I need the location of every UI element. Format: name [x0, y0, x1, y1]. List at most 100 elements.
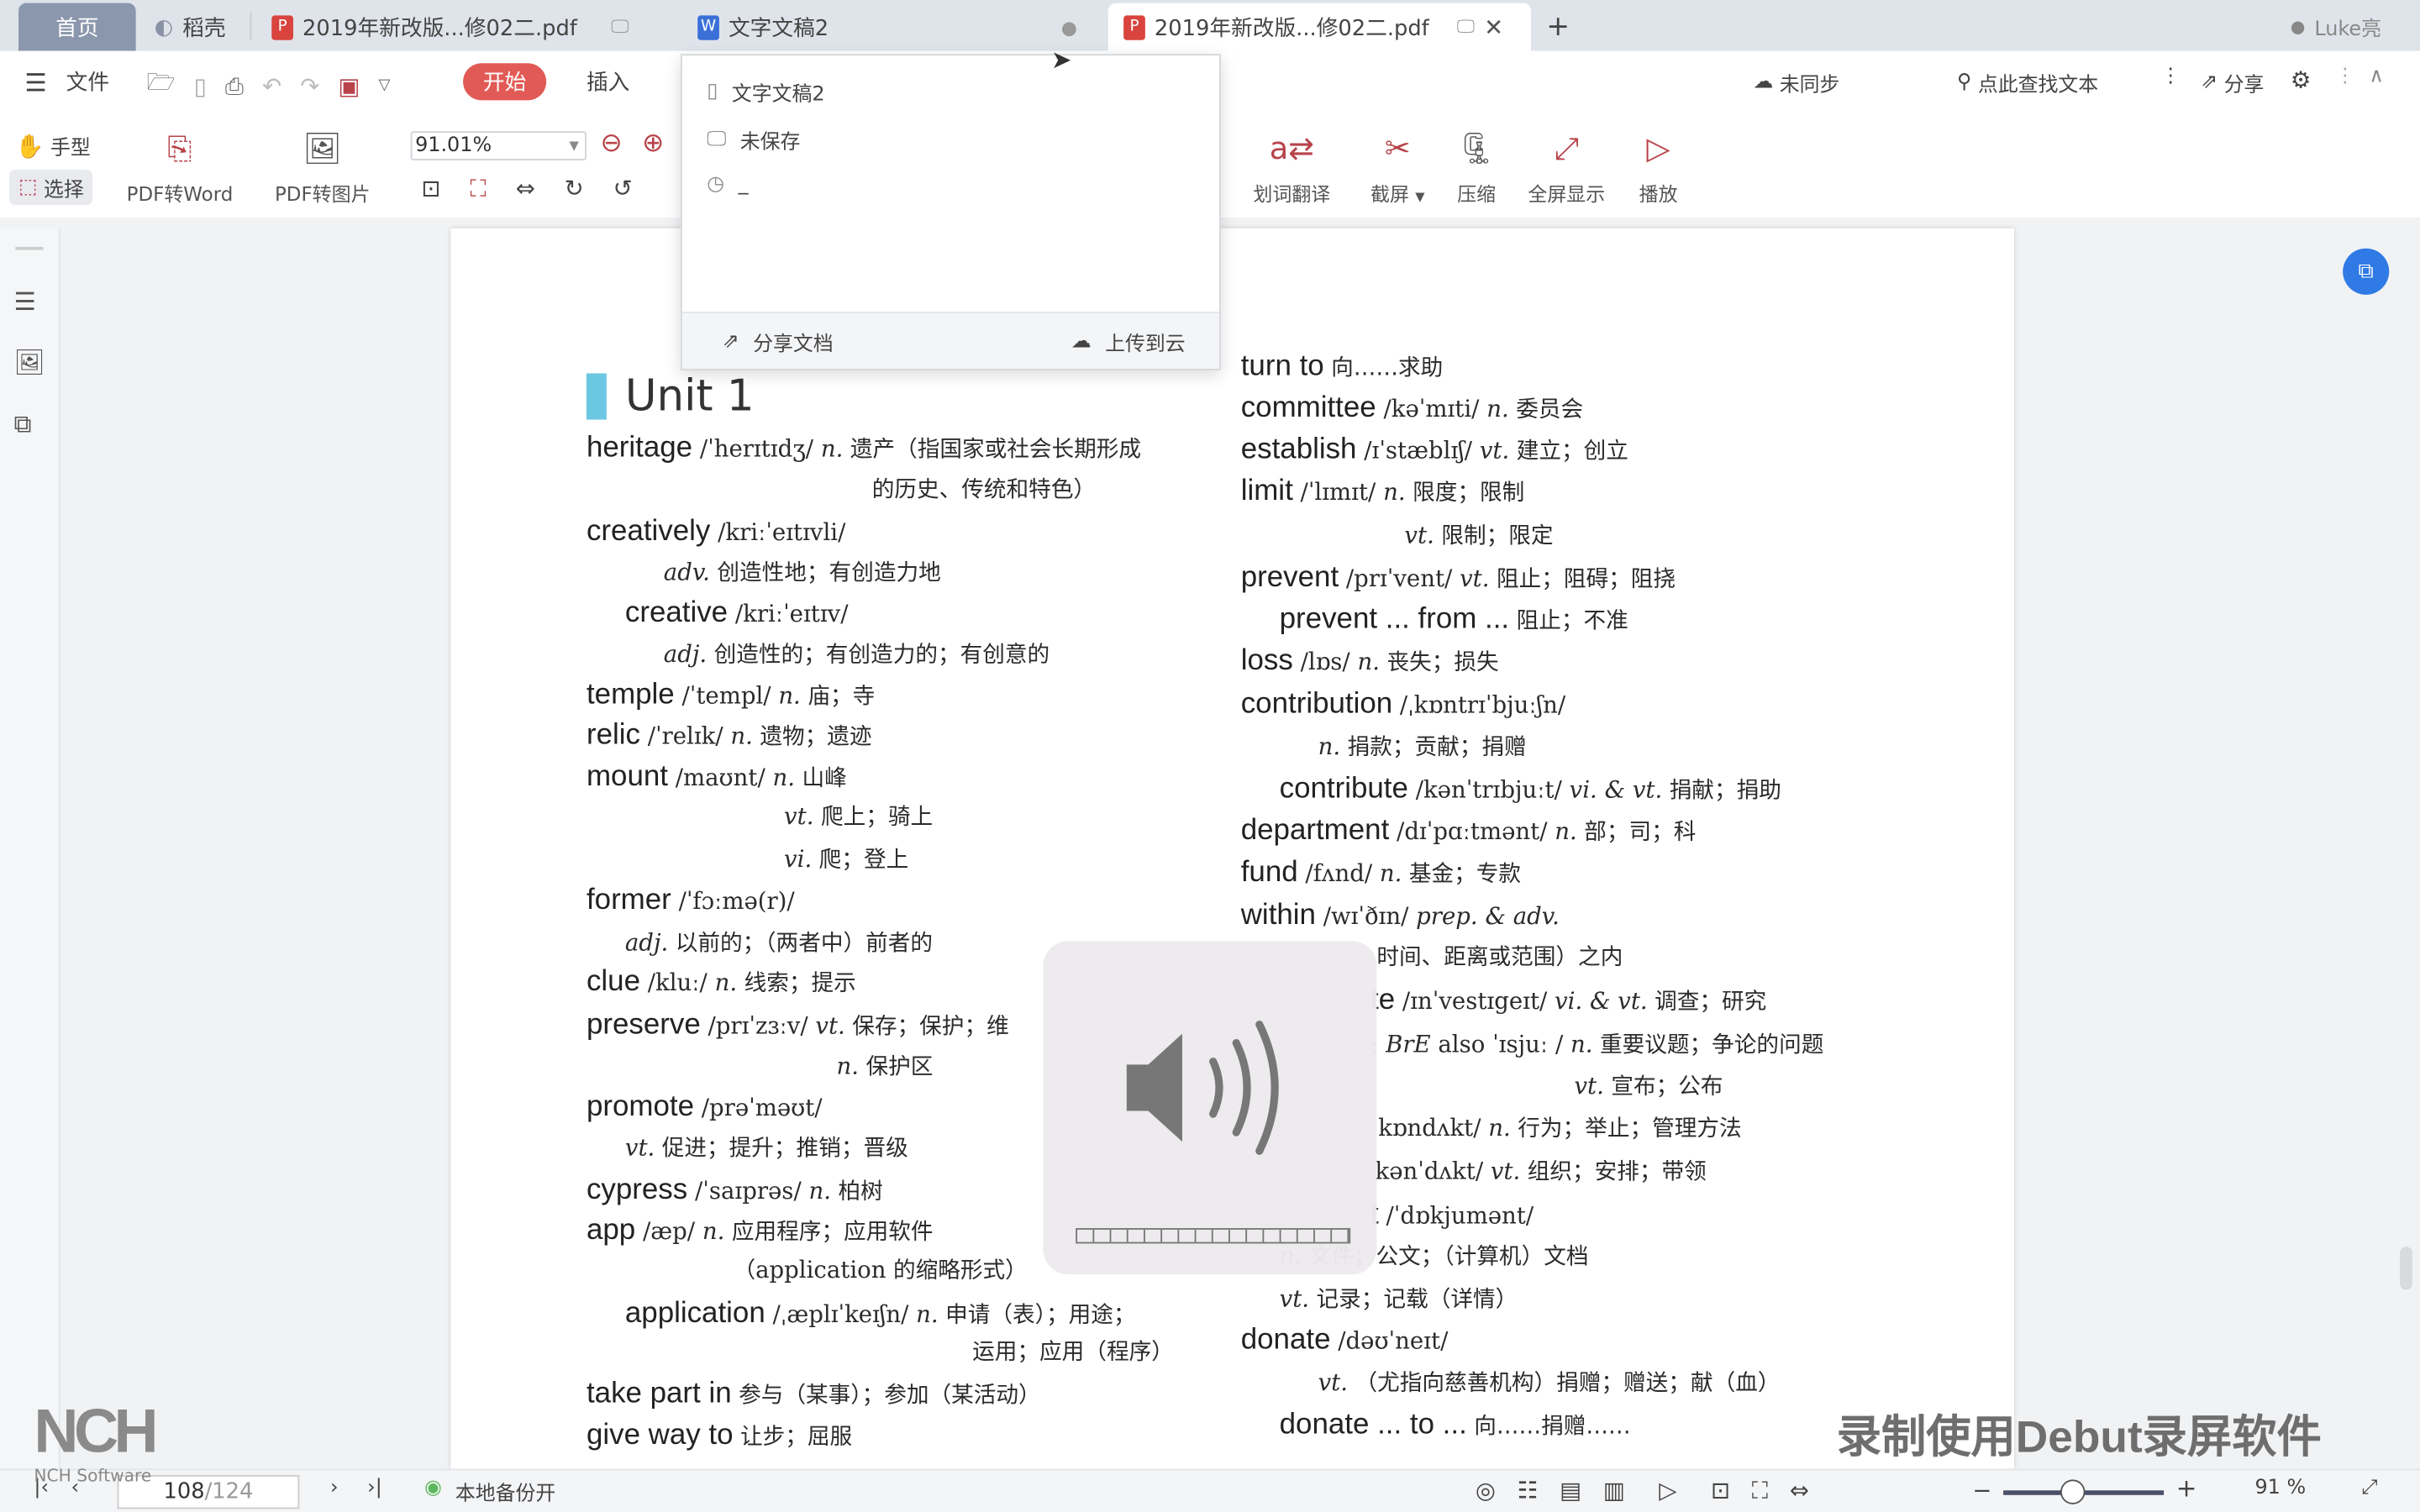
more-dropdown-icon[interactable]: ▽ — [378, 77, 390, 94]
annotation-icon[interactable]: ⧉ — [14, 409, 32, 440]
modified-time: _ — [738, 172, 749, 197]
outline-icon[interactable]: ☰ — [14, 287, 36, 317]
tab-pdf-1[interactable]: P 2019年新改版...修02二.pdf 🖵 — [271, 3, 629, 51]
actual-size-icon[interactable]: ⊡ — [421, 175, 440, 202]
doc-name: 文字文稿2 — [731, 83, 825, 107]
phonetic: /ˌæplɪˈkeɪʃn/ — [765, 1300, 917, 1329]
fullscreen-button[interactable]: ⤢ 全屏显示 — [1528, 128, 1605, 207]
vocab-line-right: ; BrE also ˈɪsjuː / n. 重要议题；争论的问题 — [1370, 1029, 1823, 1062]
zoom-in-icon[interactable]: ⊕ — [642, 128, 664, 159]
phonetic: /ɪˈstæblɪʃ/ — [1356, 436, 1480, 465]
tab-home[interactable]: 首页 — [18, 3, 136, 51]
play-button[interactable]: ▷ 播放 — [1639, 128, 1678, 207]
open-icon[interactable]: 🗁 — [146, 66, 175, 105]
headword: fund — [1240, 856, 1298, 889]
select-tool[interactable]: ⬚ 选择 — [9, 170, 93, 206]
vocab-line-left: preserve /prɪˈzɜːv/ vt. 保存；保护；维 — [587, 1010, 1009, 1043]
pdf-to-word-button[interactable]: ⎘ PDF转Word — [127, 128, 234, 207]
play-icon: ▷ — [1646, 129, 1670, 167]
volume-segment — [1128, 1229, 1145, 1242]
phonetic: /ˈherɪtɪdʒ/ — [692, 434, 821, 464]
volume-segment — [1298, 1229, 1315, 1242]
unit-heading: Unit 1 — [586, 370, 755, 421]
redo-icon[interactable]: ↷ — [300, 71, 319, 99]
definition: 向……求助 — [1323, 356, 1444, 381]
headword: turn to — [1240, 349, 1324, 383]
eye-protection-icon[interactable]: ◎ — [1476, 1477, 1496, 1504]
next-page-icon[interactable]: › — [330, 1477, 339, 1500]
single-page-icon[interactable]: ▤ — [1560, 1477, 1581, 1504]
rotate-right-icon[interactable]: ↻ — [565, 175, 584, 202]
continuous-view-icon[interactable]: ☷ — [1518, 1477, 1539, 1504]
sidebar-handle[interactable] — [15, 246, 44, 250]
definition: 基金；专款 — [1402, 862, 1522, 888]
floating-convert-button[interactable]: ⧉ — [2343, 248, 2390, 295]
translate-icon: a⇄ — [1269, 129, 1315, 167]
thumbnail-icon[interactable]: 🖼 — [14, 347, 45, 376]
definition: 山峰 — [795, 766, 847, 792]
sync-status[interactable]: ☁ 未同步 — [1754, 68, 1840, 97]
tab-start[interactable]: 开始 — [463, 63, 547, 101]
cloud-icon: ☁ — [1753, 71, 1774, 95]
settings-icon[interactable]: ⚙ — [2291, 66, 2312, 94]
definition: 委员会 — [1508, 397, 1584, 423]
recording-watermark: 录制使用Debut录屏软件 — [1836, 1413, 2322, 1463]
tab-pdf-active[interactable]: P 2019年新改版...修02二.pdf 🖵 ✕ — [1107, 3, 1532, 51]
new-tab-button[interactable]: + — [1546, 3, 1570, 51]
zoom-out-button[interactable]: − — [1972, 1477, 1991, 1504]
vocab-line-right: establish /ɪˈstæblɪʃ/ vt. 建立；创立 — [1241, 434, 1628, 468]
vocab-line-left: adj. 创造性的；有创造力的；有创意的 — [664, 638, 1050, 671]
vocab-line-left: mount /maʊnt/ n. 山峰 — [587, 761, 847, 795]
zoom-in-button[interactable]: + — [2176, 1473, 2197, 1503]
export-word-icon[interactable]: ▣ — [338, 71, 360, 99]
part-of-speech: n. — [730, 722, 753, 750]
close-icon[interactable]: ✕ — [1484, 13, 1503, 41]
more-icon[interactable]: ⋮ — [2335, 65, 2355, 88]
zoom-out-icon[interactable]: ⊖ — [600, 128, 622, 159]
file-menu[interactable]: ☰ 文件 — [24, 66, 109, 97]
headword: prevent — [1240, 561, 1339, 595]
print-icon[interactable]: ⎙ — [225, 71, 244, 99]
tab-writer-doc[interactable]: W 文字文稿2 ● — [697, 3, 1083, 51]
vocab-line-right: prevent ... from ... 阻止；不准 — [1280, 604, 1628, 638]
last-page-icon[interactable]: ›| — [367, 1477, 382, 1500]
user-account[interactable]: ● Luke亮 — [2291, 3, 2381, 51]
search-text-button[interactable]: ⚲ 点此查找文本 — [1957, 68, 2098, 97]
zoom-slider-handle[interactable] — [2060, 1479, 2086, 1504]
rotate-left-icon[interactable]: ↺ — [613, 175, 633, 202]
image-icon: 🖼 — [302, 129, 343, 167]
two-page-icon[interactable]: ▥ — [1603, 1477, 1625, 1504]
play-icon[interactable]: ▷ — [1659, 1477, 1676, 1504]
headword: committee — [1240, 391, 1376, 425]
fit-width-icon[interactable]: ⇔ — [516, 175, 535, 202]
share-document-button[interactable]: ⇗ 分享文档 — [723, 327, 834, 356]
fit-width-icon[interactable]: ⇔ — [1790, 1477, 1809, 1504]
vocab-line-right: 时间、距离或范围）之内 — [1376, 941, 1623, 974]
pdf-to-image-button[interactable]: 🖼 PDF转图片 — [275, 128, 371, 207]
vocab-line-left: creatively /kriːˈeɪtɪvli/ — [587, 516, 845, 548]
headword: creative — [624, 596, 729, 630]
upload-cloud-button[interactable]: ☁ 上传到云 — [1071, 327, 1186, 356]
save-status: 未保存 — [739, 131, 801, 155]
tab-docer[interactable]: ◐ 稻壳 — [155, 3, 226, 51]
volume-segment — [1162, 1229, 1180, 1242]
tab-insert[interactable]: 插入 — [587, 66, 629, 97]
vocab-line-right: te /ɪnˈvestɪgeɪt/ vi. & vt. 调查；研究 — [1370, 985, 1766, 1019]
fullscreen-icon[interactable]: ⤢ — [2361, 1477, 2377, 1500]
undo-icon[interactable]: ↶ — [262, 71, 281, 99]
share-label: 分享 — [2223, 74, 2265, 97]
hand-tool[interactable]: ✋ 手型 — [15, 131, 90, 160]
more-icon[interactable]: ⋮ — [2160, 65, 2181, 88]
translate-button[interactable]: a⇄ 划词翻译 — [1253, 128, 1330, 207]
actual-size-icon[interactable]: ⊡ — [1711, 1477, 1730, 1504]
compress-button[interactable]: 🗜 压缩 — [1457, 128, 1497, 207]
fit-page-icon[interactable]: ⛶ — [470, 175, 486, 202]
scrollbar[interactable] — [2400, 1247, 2412, 1290]
share-button[interactable]: ⇗ 分享 — [2201, 68, 2264, 97]
fit-page-icon[interactable]: ⛶ — [1752, 1477, 1768, 1504]
collapse-ribbon-icon[interactable]: ∧ — [2369, 65, 2383, 88]
backup-status[interactable]: 本地备份开 — [455, 1477, 555, 1506]
save-icon[interactable]: ▯ — [194, 71, 207, 99]
screenshot-button[interactable]: ✂ 截屏 ▼ — [1370, 128, 1425, 207]
zoom-select[interactable]: 91.01% ▼ — [410, 131, 587, 161]
